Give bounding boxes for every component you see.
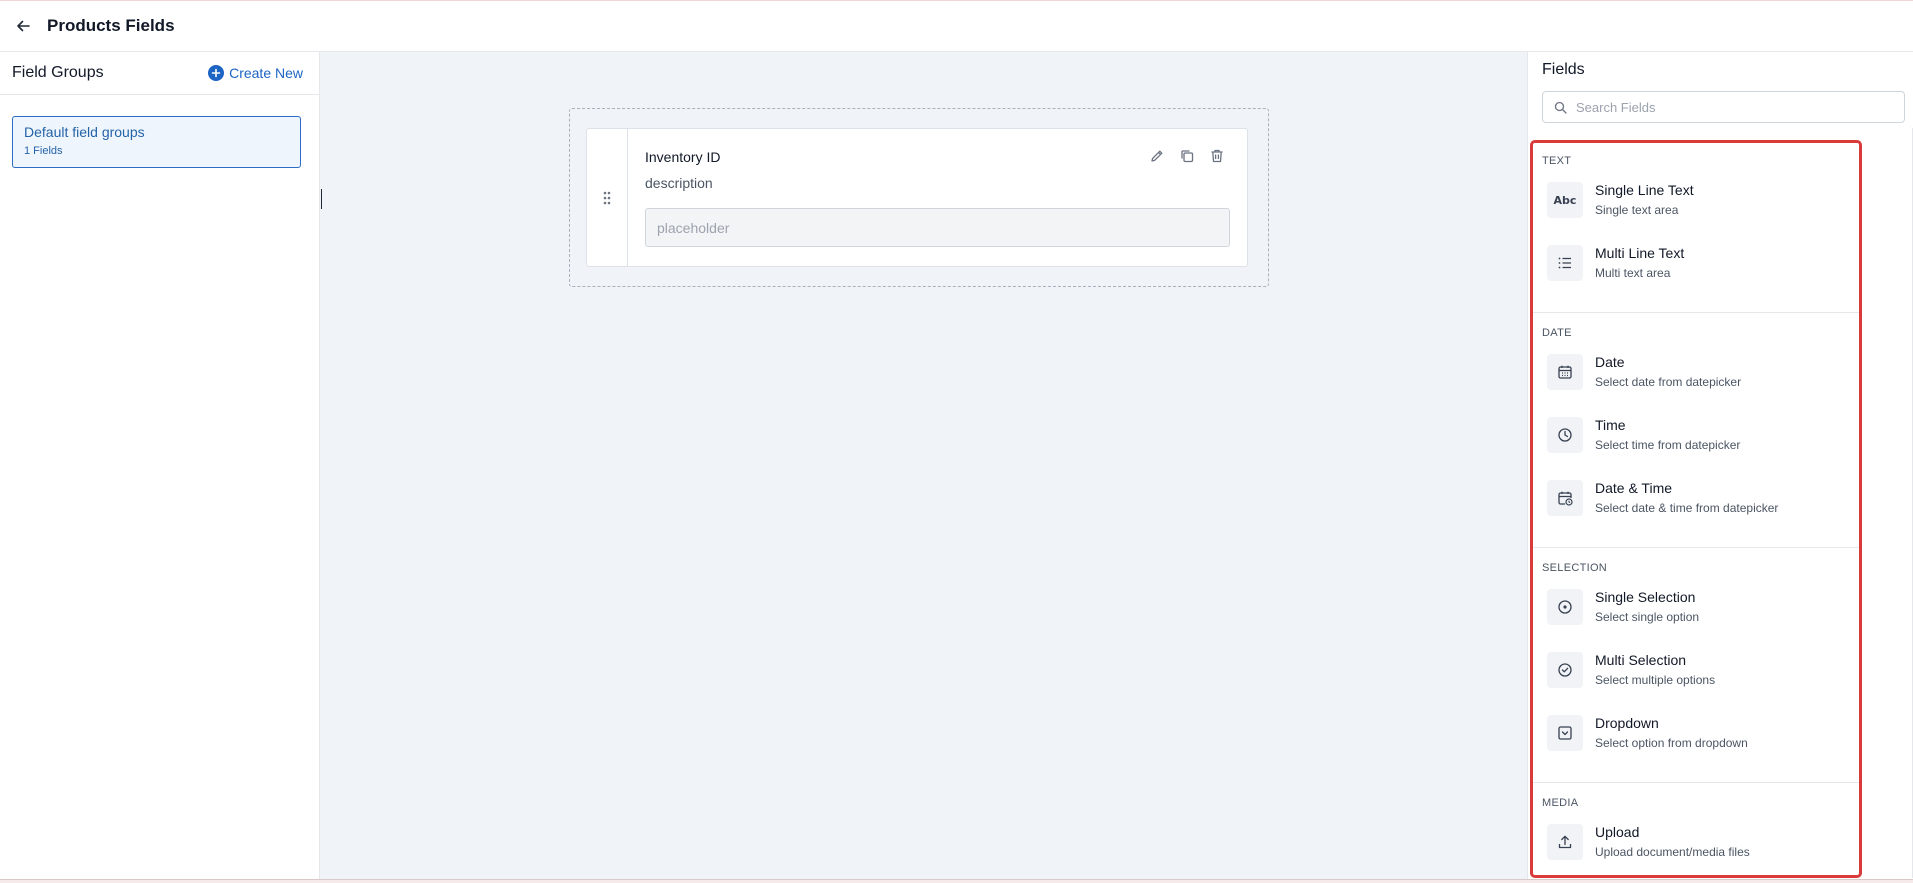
field-type-multi-line-text[interactable]: Multi Line Text Multi text area [1533,245,1859,301]
field-group-item[interactable]: Default field groups 1 Fields [12,116,301,168]
field-label: Inventory ID [645,149,721,165]
page-title: Products Fields [47,16,175,35]
field-groups-header: Field Groups Create New [0,52,319,95]
field-type-desc: Select date & time from datepicker [1595,501,1779,515]
section-label-media: MEDIA [1542,797,1579,809]
field-group-count: 1 Fields [24,145,63,157]
create-new-button[interactable]: Create New [208,65,303,81]
section-label-date: DATE [1542,327,1572,339]
field-type-desc: Select single option [1595,610,1700,624]
field-type-desc: Single text area [1595,203,1679,217]
field-group-name: Default field groups [24,124,145,140]
copy-icon [1181,150,1194,163]
section-label-text: TEXT [1542,155,1572,167]
field-type-dropdown[interactable]: Dropdown Select option from dropdown [1533,715,1859,771]
field-type-desc: Select option from dropdown [1595,736,1748,750]
field-groups-title: Field Groups [12,64,104,81]
clock-icon [1547,417,1583,453]
delete-button[interactable] [1209,148,1225,164]
field-type-title: Multi Line Text [1595,245,1685,261]
back-button[interactable] [1,1,45,52]
section-label-selection: SELECTION [1542,562,1608,574]
search-fields-box [1542,91,1905,123]
upload-icon [1547,824,1583,860]
section-divider [1533,312,1859,313]
trash-icon [1211,149,1223,163]
plus-circle-icon [208,65,225,81]
field-type-title: Time [1595,417,1626,433]
field-description: description [645,175,713,191]
check-circle-icon [1547,652,1583,688]
field-types-list: TEXT Abc Single Line Text Single text ar… [1530,140,1862,878]
field-type-title: Single Line Text [1595,182,1694,198]
field-body: Inventory ID description [628,129,1247,266]
create-new-label: Create New [229,65,303,81]
edit-button[interactable] [1149,148,1165,164]
field-type-title: Upload [1595,824,1640,840]
field-type-desc: Multi text area [1595,266,1671,280]
field-type-title: Date [1595,354,1625,370]
page-header: Products Fields [0,1,1913,52]
field-preview-input[interactable] [645,208,1230,247]
field-type-date-time[interactable]: Date & Time Select date & time from date… [1533,480,1859,536]
field-type-title: Date & Time [1595,480,1673,496]
arrow-left-icon [17,20,30,32]
field-drop-zone: Inventory ID description [569,108,1269,287]
field-type-single-selection[interactable]: Single Selection Select single option [1533,589,1859,645]
pencil-icon [1151,150,1163,162]
field-type-desc: Select time from datepicker [1595,438,1741,452]
field-type-multi-selection[interactable]: Multi Selection Select multiple options [1533,652,1859,708]
section-divider [1533,547,1859,548]
field-type-date[interactable]: Date Select date from datepicker [1533,354,1859,410]
radio-icon [1547,589,1583,625]
search-icon [1554,101,1567,114]
field-card: Inventory ID description [586,128,1248,267]
field-type-desc: Upload document/media files [1595,845,1750,859]
field-groups-panel: Field Groups Create New Default field gr… [0,52,320,879]
bottom-accent-line [0,879,1913,883]
drag-handle[interactable] [587,129,628,266]
dropdown-icon [1547,715,1583,751]
search-fields-input[interactable] [1576,99,1886,115]
field-type-title: Dropdown [1595,715,1659,731]
section-divider [1533,782,1859,783]
drag-dots-icon [603,191,611,204]
field-type-title: Multi Selection [1595,652,1687,668]
fields-panel: Fields TEXT Abc Single Line Text Single … [1527,52,1913,879]
field-type-upload[interactable]: Upload Upload document/media files [1533,824,1859,875]
field-type-desc: Select multiple options [1595,673,1716,687]
fields-title: Fields [1542,61,1585,78]
field-actions [1149,148,1225,164]
duplicate-button[interactable] [1179,148,1195,164]
calendar-clock-icon [1547,480,1583,516]
list-icon [1547,245,1583,281]
field-type-time[interactable]: Time Select time from datepicker [1533,417,1859,473]
field-type-single-line-text[interactable]: Abc Single Line Text Single text area [1533,182,1859,238]
field-type-title: Single Selection [1595,589,1696,605]
calendar-icon [1547,354,1583,390]
field-type-desc: Select date from datepicker [1595,375,1742,389]
text-caret [321,189,322,209]
abc-icon: Abc [1547,182,1583,218]
form-canvas: Inventory ID description [320,52,1527,879]
